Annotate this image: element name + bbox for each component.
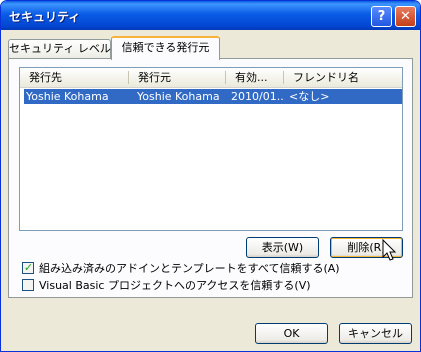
column-friendly-name[interactable]: フレンドリ名 [284, 68, 402, 87]
table-row[interactable]: Yoshie Kohama Yoshie Kohama 2010/01... <… [24, 89, 402, 104]
column-issued-to[interactable]: 発行先 [20, 68, 128, 87]
cell-friendly-name: <なし> [289, 90, 330, 103]
view-button[interactable]: 表示(W) [246, 237, 319, 258]
security-dialog: セキュリティ ? ✕ セキュリティ レベル 信頼できる発行元 発行先 発行元 有… [0, 0, 421, 352]
cell-expires: 2010/01... [231, 90, 285, 103]
tab-label: セキュリティ レベル [9, 42, 111, 55]
title-bar[interactable]: セキュリティ ? ✕ [1, 1, 420, 30]
ok-button[interactable]: OK [255, 323, 328, 344]
trust-addins-label[interactable]: 組み込み済みのアドインとテンプレートをすべて信頼する(A) [39, 260, 340, 276]
trust-addins-checkbox[interactable]: ✓ [22, 261, 34, 274]
check-icon: ✓ [23, 261, 34, 274]
help-icon: ? [377, 9, 386, 24]
mouse-cursor-icon [382, 239, 397, 261]
tab-label: 信頼できる発行元 [121, 41, 210, 54]
close-icon: ✕ [400, 9, 411, 24]
column-expires[interactable]: 有効... [226, 68, 283, 87]
close-button[interactable]: ✕ [395, 6, 416, 27]
trust-vb-checkbox[interactable] [22, 279, 34, 291]
trust-vb-label[interactable]: Visual Basic プロジェクトへのアクセスを信頼する(V) [39, 277, 311, 293]
cell-issued-by: Yoshie Kohama [137, 90, 220, 103]
tab-trusted-publishers[interactable]: 信頼できる発行元 [111, 36, 220, 60]
tab-security-level[interactable]: セキュリティ レベル [8, 39, 111, 59]
publisher-list[interactable]: 発行先 発行元 有効... フレンドリ名 Yoshie Kohama Yoshi… [19, 67, 403, 231]
cancel-button[interactable]: キャンセル [339, 323, 412, 344]
window-title: セキュリティ [9, 10, 81, 24]
cell-issued-to: Yoshie Kohama [26, 90, 109, 103]
help-button[interactable]: ? [371, 6, 392, 27]
list-header: 発行先 発行元 有効... フレンドリ名 [20, 68, 402, 88]
column-issued-by[interactable]: 発行元 [129, 68, 225, 87]
